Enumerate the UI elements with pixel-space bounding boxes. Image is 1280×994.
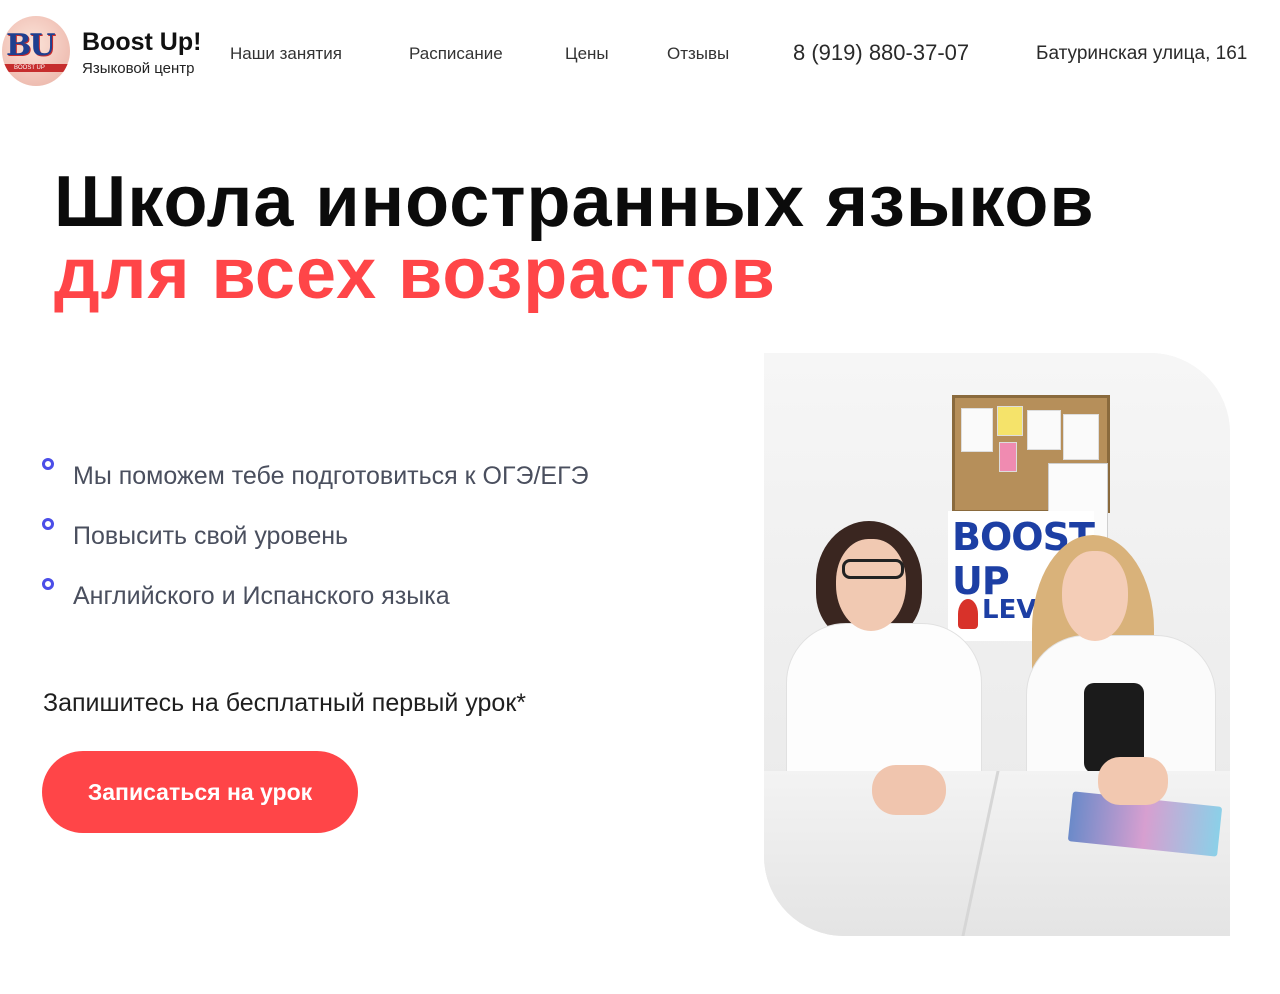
hero-title-accent: для всех возрастов [54,234,776,314]
list-item: Мы поможем тебе подготовиться к ОГЭ/ЕГЭ [42,452,722,512]
bullet-icon [42,518,54,530]
logo[interactable]: BU BOOST UP [2,16,70,86]
nav-link-reviews[interactable]: Отзывы [667,44,729,64]
hero-title: Школа иностранных языков [54,162,1095,242]
student-right-hands [1098,757,1168,805]
signup-lesson-button[interactable]: Записаться на урок [42,751,358,833]
nav-link-prices[interactable]: Цены [565,44,609,64]
logo-letters: BU [6,28,56,63]
features-list: Мы поможем тебе подготовиться к ОГЭ/ЕГЭ … [42,452,722,632]
address-text: Батуринская улица, 161 [1036,43,1248,64]
brand-title[interactable]: Boost Up! [82,28,201,56]
brand-subtitle: Языковой центр [82,60,195,77]
board-note [997,406,1023,436]
nav-link-classes[interactable]: Наши занятия [230,44,342,64]
poster-figure [958,599,978,629]
board-note [961,408,993,452]
list-item: Английского и Испанского языка [42,572,722,632]
feature-text: Повысить свой уровень [73,522,349,550]
student-left-face [836,539,906,631]
feature-text: Английского и Испанского языка [73,582,450,610]
student-right-face [1062,551,1128,641]
glasses [842,559,904,579]
board-note [1063,414,1099,460]
bullet-icon [42,578,54,590]
board-note [1027,410,1061,450]
bullet-icon [42,458,54,470]
board-note [999,442,1017,472]
nav-link-schedule[interactable]: Расписание [409,44,503,64]
logo-subtext: BOOST UP [14,65,45,71]
phone-link[interactable]: 8 (919) 880-37-07 [793,41,969,65]
feature-text: Мы поможем тебе подготовиться к ОГЭ/ЕГЭ [73,462,589,490]
cta-description: Запишитесь на бесплатный первый урок* [43,689,526,717]
site-header: BU BOOST UP Boost Up! Языковой центр Наш… [0,0,1280,104]
list-item: Повысить свой уровень [42,512,722,572]
student-left-hands [872,765,946,815]
hero-photo: BOOST UP LEVEL [764,353,1230,936]
